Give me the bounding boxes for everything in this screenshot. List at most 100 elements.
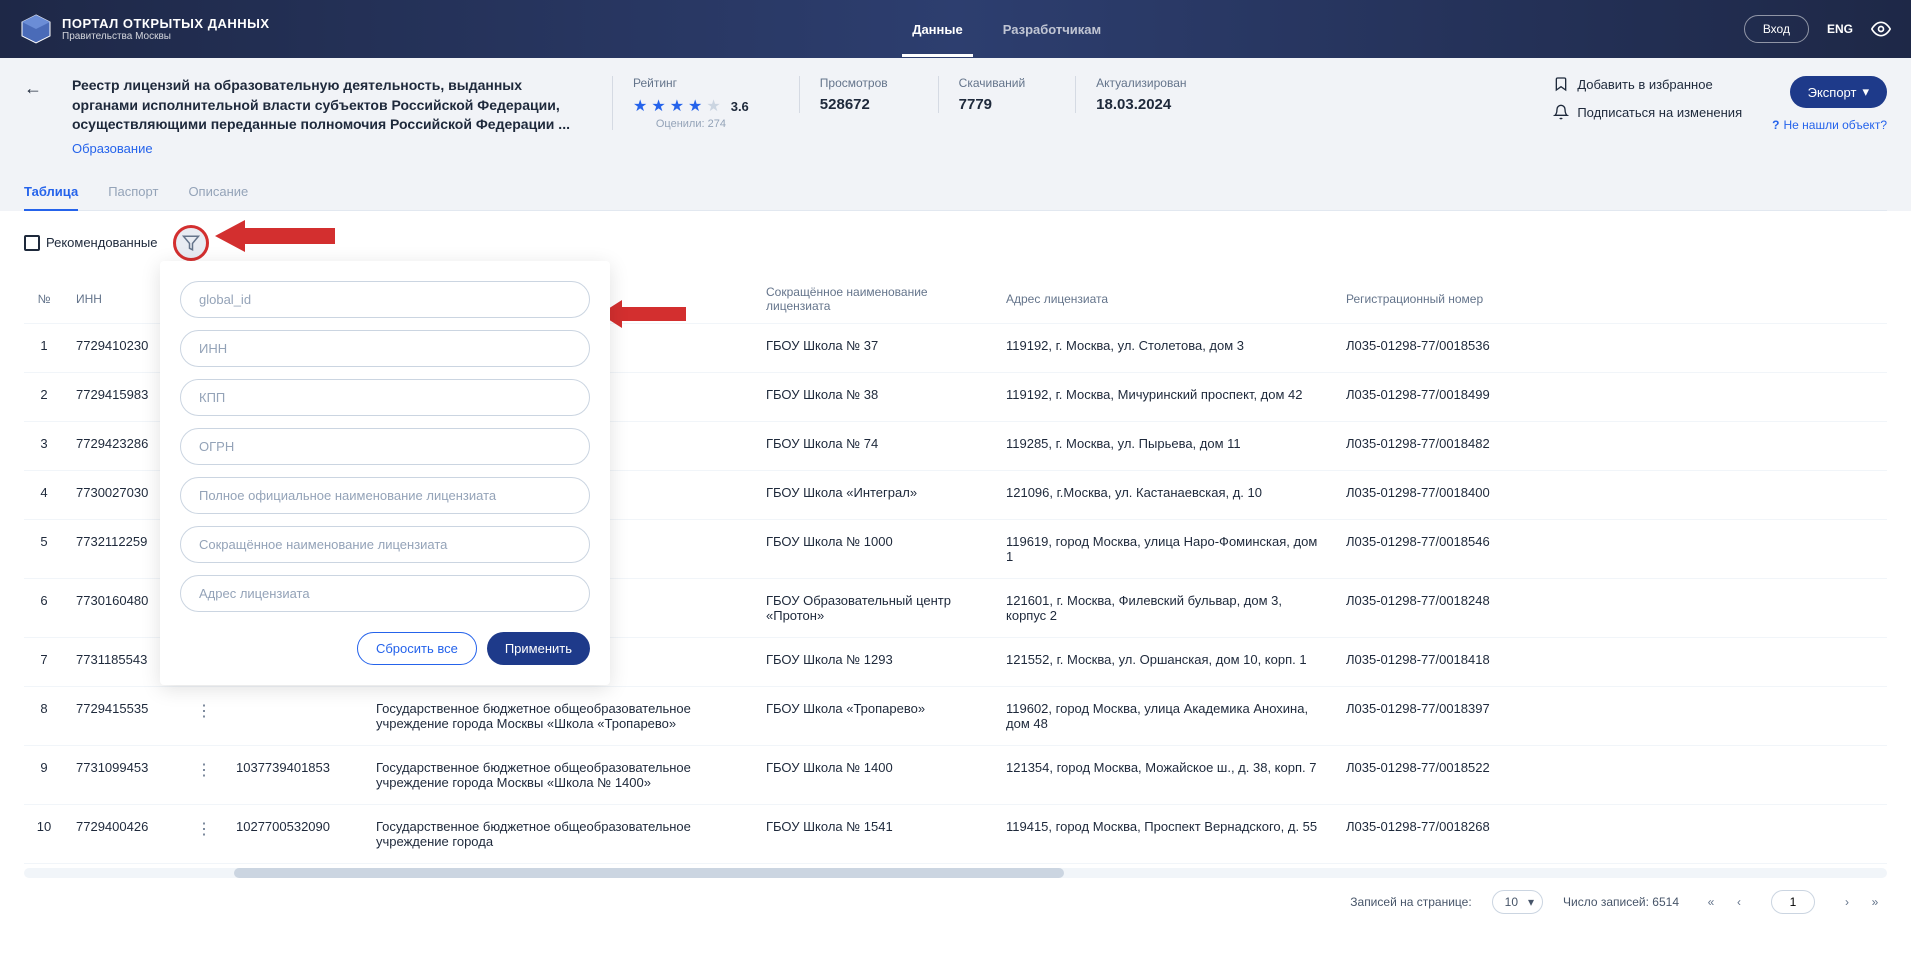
- lang-toggle[interactable]: ENG: [1827, 22, 1853, 36]
- row-menu-button[interactable]: ⋮: [184, 804, 224, 863]
- chevron-down-icon: ▾: [1862, 84, 1869, 100]
- nav-developers[interactable]: Разработчикам: [1003, 2, 1101, 57]
- cell-regnum: Л035-01298-77/0018397: [1334, 686, 1887, 745]
- perpage-select[interactable]: 10 ▾: [1492, 890, 1543, 914]
- page-input[interactable]: [1771, 890, 1815, 914]
- cell-num: 4: [24, 470, 64, 519]
- filter-fullname[interactable]: [180, 477, 590, 514]
- accessibility-icon[interactable]: [1871, 19, 1891, 39]
- page-first-icon[interactable]: «: [1699, 890, 1723, 914]
- page-last-icon[interactable]: »: [1863, 890, 1887, 914]
- cell-fullname: Государственное бюджетное общеобразовате…: [364, 686, 754, 745]
- cell-address: 119415, город Москва, Проспект Вернадско…: [994, 804, 1334, 863]
- rating-stars[interactable]: ★ ★ ★ ★ ★ 3.6: [633, 96, 749, 116]
- cell-address: 119602, город Москва, улица Академика Ан…: [994, 686, 1334, 745]
- cell-num: 3: [24, 421, 64, 470]
- cell-regnum: Л035-01298-77/0018400: [1334, 470, 1887, 519]
- cell-address: 119192, г. Москва, ул. Столетова, дом 3: [994, 323, 1334, 372]
- bell-icon: [1553, 104, 1569, 120]
- col-address[interactable]: Адрес лицензиата: [994, 275, 1334, 324]
- filter-ogrn[interactable]: [180, 428, 590, 465]
- login-button[interactable]: Вход: [1744, 15, 1809, 43]
- cell-ogrn: [224, 686, 364, 745]
- dataset-title: Реестр лицензий на образовательную деяте…: [72, 76, 582, 135]
- logo-cube-icon: [20, 13, 52, 45]
- scrollbar-thumb[interactable]: [234, 868, 1064, 878]
- stat-rating: Рейтинг ★ ★ ★ ★ ★ 3.6 Оценили: 274: [612, 76, 769, 130]
- filter-icon: [182, 234, 200, 252]
- cell-shortname: ГБОУ Школа № 74: [754, 421, 994, 470]
- col-shortname[interactable]: Сокращённое наименование лицензиата: [754, 275, 994, 324]
- table-row[interactable]: 87729415535⋮Государственное бюджетное об…: [24, 686, 1887, 745]
- filter-kpp[interactable]: [180, 379, 590, 416]
- app-header: ПОРТАЛ ОТКРЫТЫХ ДАННЫХ Правительства Мос…: [0, 0, 1911, 58]
- logo-area[interactable]: ПОРТАЛ ОТКРЫТЫХ ДАННЫХ Правительства Мос…: [20, 13, 270, 45]
- star-icon: ★: [651, 96, 665, 116]
- cell-num: 10: [24, 804, 64, 863]
- header-right: Вход ENG: [1744, 15, 1891, 43]
- stat-updated: Актуализирован 18.03.2024: [1075, 76, 1206, 113]
- filter-global-id[interactable]: [180, 281, 590, 318]
- cell-address: 121601, г. Москва, Филевский бульвар, до…: [994, 578, 1334, 637]
- filter-shortname[interactable]: [180, 526, 590, 563]
- tab-passport[interactable]: Паспорт: [108, 174, 158, 210]
- recommended-checkbox[interactable]: Рекомендованные: [24, 235, 157, 251]
- filter-address[interactable]: [180, 575, 590, 612]
- col-regnum[interactable]: Регистрационный номер: [1334, 275, 1887, 324]
- cell-fullname: Государственное бюджетное общеобразовате…: [364, 745, 754, 804]
- cell-regnum: Л035-01298-77/0018268: [1334, 804, 1887, 863]
- subscribe-link[interactable]: Подписаться на изменения: [1553, 104, 1742, 120]
- cell-num: 9: [24, 745, 64, 804]
- cell-address: 119619, город Москва, улица Наро-Фоминск…: [994, 519, 1334, 578]
- cell-regnum: Л035-01298-77/0018546: [1334, 519, 1887, 578]
- col-num[interactable]: №: [24, 275, 64, 324]
- filter-reset-button[interactable]: Сбросить все: [357, 632, 477, 665]
- cell-ogrn: 1037739401853: [224, 745, 364, 804]
- filter-panel: Сбросить все Применить: [160, 261, 610, 685]
- page-next-icon[interactable]: ›: [1835, 890, 1859, 914]
- star-icon: ★: [688, 96, 702, 116]
- cell-shortname: ГБОУ Школа № 37: [754, 323, 994, 372]
- cell-inn: 7729415535: [64, 686, 184, 745]
- dataset-category[interactable]: Образование: [72, 141, 582, 156]
- filter-inn[interactable]: [180, 330, 590, 367]
- row-menu-button[interactable]: ⋮: [184, 686, 224, 745]
- not-found-link[interactable]: ? Не нашли объект?: [1772, 118, 1887, 132]
- cell-shortname: ГБОУ Школа «Тропарево»: [754, 686, 994, 745]
- cell-regnum: Л035-01298-77/0018418: [1334, 637, 1887, 686]
- pagination: Записей на странице: 10 ▾ Число записей:…: [0, 878, 1911, 926]
- bookmark-icon: [1553, 76, 1569, 92]
- table-row[interactable]: 107729400426⋮1027700532090Государственно…: [24, 804, 1887, 863]
- cell-regnum: Л035-01298-77/0018482: [1334, 421, 1887, 470]
- checkbox-icon: [24, 235, 40, 251]
- export-button[interactable]: Экспорт ▾: [1790, 76, 1887, 108]
- cell-num: 7: [24, 637, 64, 686]
- nav-data[interactable]: Данные: [912, 2, 963, 57]
- cell-num: 6: [24, 578, 64, 637]
- tab-description[interactable]: Описание: [188, 174, 248, 210]
- cell-address: 121552, г. Москва, ул. Оршанская, дом 10…: [994, 637, 1334, 686]
- table-toolbar: Рекомендованные Сбросить все Применить: [0, 211, 1911, 275]
- filter-button[interactable]: [173, 225, 209, 261]
- cell-address: 119192, г. Москва, Мичуринский проспект,…: [994, 372, 1334, 421]
- cell-fullname: Государственное бюджетное общеобразовате…: [364, 804, 754, 863]
- table-row[interactable]: 97731099453⋮1037739401853Государственное…: [24, 745, 1887, 804]
- filter-apply-button[interactable]: Применить: [487, 632, 590, 665]
- back-arrow-icon[interactable]: ←: [24, 78, 42, 99]
- cell-address: 121096, г.Москва, ул. Кастанаевская, д. …: [994, 470, 1334, 519]
- annotation-arrow-icon: [215, 214, 335, 258]
- row-menu-button[interactable]: ⋮: [184, 745, 224, 804]
- favorite-link[interactable]: Добавить в избранное: [1553, 76, 1742, 92]
- cell-shortname: ГБОУ Школа № 38: [754, 372, 994, 421]
- perpage-label: Записей на странице:: [1350, 895, 1471, 909]
- tab-table[interactable]: Таблица: [24, 174, 78, 211]
- horizontal-scrollbar[interactable]: [24, 868, 1887, 878]
- page-prev-icon[interactable]: ‹: [1727, 890, 1751, 914]
- cell-address: 121354, город Москва, Можайское ш., д. 3…: [994, 745, 1334, 804]
- dataset-tabs: Таблица Паспорт Описание: [24, 174, 1887, 211]
- cell-shortname: ГБОУ Школа № 1541: [754, 804, 994, 863]
- actions-column: Добавить в избранное Подписаться на изме…: [1553, 76, 1742, 132]
- portal-title: ПОРТАЛ ОТКРЫТЫХ ДАННЫХ: [62, 16, 270, 31]
- cell-shortname: ГБОУ Образовательный центр «Протон»: [754, 578, 994, 637]
- cell-address: 119285, г. Москва, ул. Пырьева, дом 11: [994, 421, 1334, 470]
